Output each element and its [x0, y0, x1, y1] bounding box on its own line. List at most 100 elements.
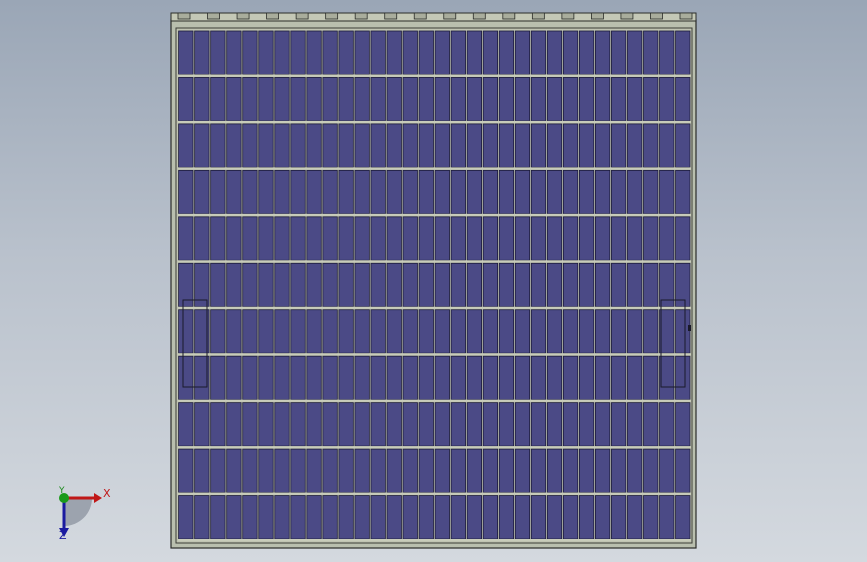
solar-cell [242, 402, 258, 447]
solar-cell [258, 495, 274, 540]
solar-cell [242, 169, 258, 215]
solar-cell [402, 448, 418, 493]
solar-cell [402, 495, 418, 540]
solar-cell [370, 309, 386, 354]
solar-cell [466, 77, 482, 122]
solar-cell [306, 355, 322, 401]
solar-cell [595, 448, 611, 493]
solar-cell [546, 216, 563, 261]
solar-cell [418, 30, 434, 75]
row-rail [178, 260, 691, 263]
solar-cell [226, 30, 242, 75]
solar-cell [514, 30, 531, 75]
solar-cell [274, 309, 290, 354]
solar-cell [595, 123, 611, 168]
solar-cell [290, 448, 306, 493]
solar-cell [370, 495, 386, 540]
solar-cell [178, 77, 194, 122]
solar-cell [322, 495, 338, 540]
solar-cell [194, 169, 210, 215]
solar-cell [450, 355, 466, 401]
solar-cell [530, 448, 547, 493]
solar-cell [226, 169, 242, 215]
graphics-viewport[interactable]: X Y Z [0, 0, 867, 562]
solar-panel-array[interactable] [0, 0, 867, 562]
x-axis-arrow [94, 493, 102, 503]
solar-cell [643, 30, 659, 75]
solar-cell [611, 30, 627, 75]
rail-tab [679, 12, 693, 20]
solar-cell [627, 402, 643, 447]
rail-tab [531, 12, 545, 20]
solar-cell [595, 495, 611, 540]
solar-cell [434, 402, 450, 447]
solar-cell [627, 77, 643, 122]
solar-cell [611, 169, 627, 215]
rail-tab [325, 12, 339, 20]
solar-cell [178, 30, 194, 75]
solar-cell [611, 123, 627, 168]
solar-cell [643, 77, 659, 122]
solar-cell [402, 169, 418, 215]
rail-tab [354, 12, 368, 20]
solar-cell [258, 355, 274, 401]
solar-cell [434, 448, 450, 493]
solar-cell [354, 495, 370, 540]
solar-cell [450, 30, 466, 75]
solar-cell [611, 355, 627, 401]
solar-cell [595, 77, 611, 122]
solar-cell [659, 77, 675, 122]
solar-cell [578, 262, 595, 308]
solar-cell [386, 169, 402, 215]
solar-cell [530, 355, 547, 401]
solar-cell [194, 448, 210, 493]
solar-cell [450, 495, 466, 540]
rail-tab [266, 12, 279, 20]
solar-cell [370, 77, 386, 122]
solar-cell [418, 77, 434, 122]
solar-cell [498, 495, 515, 540]
solar-cell [258, 262, 274, 308]
solar-cell [482, 355, 499, 401]
solar-cell [434, 216, 450, 261]
solar-cell [627, 309, 643, 354]
solar-cell [434, 262, 450, 308]
solar-cell [322, 77, 338, 122]
solar-cell [546, 495, 563, 540]
solar-cell [354, 262, 370, 308]
solar-cell [434, 355, 450, 401]
solar-cell [370, 123, 386, 168]
solar-cell [370, 448, 386, 493]
solar-cell [194, 77, 210, 122]
solar-cell [482, 448, 499, 493]
solar-cell [226, 123, 242, 168]
solar-cell [178, 355, 194, 401]
solar-cell [242, 309, 258, 354]
solar-cell [306, 262, 322, 308]
solar-cell [306, 169, 322, 215]
solar-cell [178, 402, 194, 447]
solar-cell [482, 216, 499, 261]
solar-cell [274, 123, 290, 168]
solar-cell [434, 123, 450, 168]
solar-cell [578, 495, 595, 540]
solar-cell [338, 169, 354, 215]
solar-cell [595, 169, 611, 215]
solar-cell [386, 402, 402, 447]
solar-cell [386, 216, 402, 261]
solar-cell [354, 448, 370, 493]
solar-cell [338, 402, 354, 447]
solar-cell [338, 262, 354, 308]
solar-cell [354, 402, 370, 447]
solar-cell [562, 448, 579, 493]
solar-cell [643, 123, 659, 168]
solar-cell [226, 77, 242, 122]
solar-cell [226, 495, 242, 540]
solar-cell [338, 495, 354, 540]
solar-cell [354, 30, 370, 75]
solar-cell [258, 402, 274, 447]
solar-cell [386, 495, 402, 540]
rail-tab [502, 12, 516, 20]
row-rail [178, 492, 691, 495]
solar-cell [418, 495, 434, 540]
